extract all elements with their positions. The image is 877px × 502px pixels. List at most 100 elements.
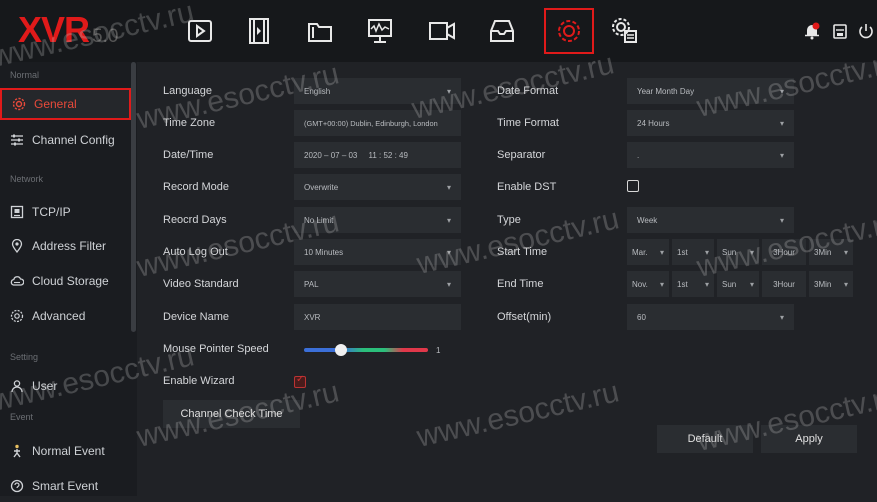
auto-logout-value: 10 Minutes — [304, 247, 344, 257]
sidebar-item-label: Normal Event — [32, 444, 105, 458]
mouse-speed-value: 1 — [436, 346, 441, 355]
record-mode-label: Record Mode — [163, 181, 230, 193]
enable-dst-checkbox[interactable] — [627, 180, 639, 192]
sliders-icon — [11, 134, 23, 146]
camera-icon[interactable] — [418, 10, 466, 52]
smart-event-icon — [10, 479, 24, 493]
sidebar-item-user[interactable]: User — [0, 370, 131, 402]
language-select[interactable]: English ▾ — [294, 78, 461, 104]
start-day-value: Sun — [722, 247, 737, 257]
chevron-down-icon: ▾ — [843, 279, 848, 289]
time-zone-select[interactable]: (GMT+00:00) Dublin, Edinburgh, London — [294, 110, 461, 136]
sidebar-item-tcpip[interactable]: TCP/IP — [0, 196, 131, 228]
start-min-select[interactable]: 3Min ▾ — [809, 239, 853, 265]
dst-type-select[interactable]: Week ▾ — [627, 207, 794, 233]
channel-check-time-button[interactable]: Channel Check Time — [163, 400, 300, 428]
app-version: 5.0 — [92, 26, 119, 47]
auto-logout-select[interactable]: 10 Minutes ▾ — [294, 239, 461, 265]
cloud-icon — [10, 276, 24, 286]
video-standard-label: Video Standard — [163, 278, 239, 290]
sidebar-item-label: Smart Event — [32, 479, 99, 493]
start-month-value: Mar. — [632, 247, 648, 257]
sidebar-item-normal-event[interactable]: Normal Event — [0, 435, 131, 467]
end-day-select[interactable]: Sun ▾ — [717, 271, 759, 297]
sidebar-item-label: User — [32, 379, 58, 393]
start-hour-value: 3Hour — [773, 247, 795, 257]
end-week-value: 1st — [677, 279, 688, 289]
storage-icon[interactable] — [478, 10, 526, 52]
sidebar-scrollbar[interactable] — [131, 62, 136, 332]
device-name-value: XVR — [304, 312, 321, 322]
end-month-value: Nov. — [632, 279, 648, 289]
start-month-select[interactable]: Mar. ▾ — [627, 239, 669, 265]
date-format-select[interactable]: Year Month Day ▾ — [627, 78, 794, 104]
maintenance-icon[interactable] — [601, 10, 649, 52]
end-month-select[interactable]: Nov. ▾ — [627, 271, 669, 297]
end-min-select[interactable]: 3Min ▾ — [809, 271, 853, 297]
separator-value: . — [637, 150, 640, 160]
app-logo: XVR — [18, 9, 90, 50]
chevron-down-icon: ▾ — [704, 247, 709, 257]
chevron-down-icon: ▾ — [659, 279, 664, 289]
time-format-label: Time Format — [497, 117, 559, 129]
apply-button[interactable]: Apply — [761, 425, 857, 453]
sidebar: Normal General Channel Config Network TC… — [0, 62, 137, 496]
video-clip-icon[interactable] — [235, 10, 283, 52]
default-button[interactable]: Default — [657, 425, 753, 453]
separator-select[interactable]: . ▾ — [627, 142, 794, 168]
slider-thumb[interactable] — [335, 344, 348, 356]
video-standard-value: PAL — [304, 279, 319, 289]
record-mode-select[interactable]: Overwrite ▾ — [294, 174, 461, 200]
chevron-down-icon: ▾ — [704, 279, 709, 289]
video-standard-select[interactable]: PAL ▾ — [294, 271, 461, 297]
chevron-down-icon: ▾ — [659, 247, 664, 257]
end-hour-select[interactable]: 3Hour — [762, 271, 806, 297]
section-event: Event — [10, 412, 34, 422]
sidebar-item-general[interactable]: General — [0, 88, 131, 120]
end-hour-value: 3Hour — [773, 279, 795, 289]
sidebar-item-channel-config[interactable]: Channel Config — [0, 124, 131, 156]
time-format-select[interactable]: 24 Hours ▾ — [627, 110, 794, 136]
sidebar-item-cloud-storage[interactable]: Cloud Storage — [0, 265, 131, 297]
time-zone-value: (GMT+00:00) Dublin, Edinburgh, London — [304, 118, 438, 128]
section-network: Network — [10, 174, 44, 184]
sidebar-item-label: Advanced — [32, 309, 86, 323]
chevron-down-icon: ▾ — [446, 247, 451, 257]
sidebar-item-smart-event[interactable]: Smart Event — [0, 470, 131, 502]
settings-icon[interactable] — [544, 8, 594, 54]
record-days-select[interactable]: No Limit ▾ — [294, 207, 461, 233]
playback-icon[interactable] — [176, 10, 224, 52]
enable-wizard-checkbox[interactable]: ✓ — [294, 374, 306, 388]
start-week-select[interactable]: 1st ▾ — [672, 239, 714, 265]
start-day-select[interactable]: Sun ▾ — [717, 239, 759, 265]
record-days-value: No Limit — [304, 215, 334, 225]
section-normal: Normal — [10, 70, 40, 80]
top-bar: XVR 5.0 — [0, 0, 877, 62]
start-min-value: 3Min — [814, 247, 832, 257]
mouse-speed-label: Mouse Pointer Speed — [163, 343, 269, 355]
folder-icon[interactable] — [296, 10, 344, 52]
gear-icon — [12, 97, 26, 111]
sidebar-item-label: General — [34, 97, 77, 111]
chevron-down-icon: ▾ — [779, 312, 784, 322]
monitor-chart-icon[interactable] — [356, 10, 404, 52]
start-hour-select[interactable]: 3Hour — [762, 239, 806, 265]
time-zone-label: Time Zone — [163, 117, 216, 129]
sidebar-item-advanced[interactable]: Advanced — [0, 300, 131, 332]
power-icon[interactable] — [857, 22, 875, 40]
alarm-bell-icon[interactable] — [803, 22, 821, 40]
chevron-down-icon: ▾ — [446, 215, 451, 225]
offset-value: 60 — [637, 312, 646, 322]
device-name-input[interactable]: XVR — [294, 304, 461, 330]
offset-select[interactable]: 60 ▾ — [627, 304, 794, 330]
end-min-value: 3Min — [814, 279, 832, 289]
mouse-speed-slider[interactable] — [304, 344, 428, 356]
device-name-label: Device Name — [163, 311, 230, 323]
backup-icon[interactable] — [831, 22, 849, 40]
end-week-select[interactable]: 1st ▾ — [672, 271, 714, 297]
date-time-input[interactable]: 2020 – 07 – 03 11 : 52 : 49 — [294, 142, 461, 168]
date-time-label: Date/Time — [163, 149, 214, 161]
sidebar-item-address-filter[interactable]: Address Filter — [0, 230, 131, 262]
language-value: English — [304, 86, 331, 96]
time-format-value: 24 Hours — [637, 118, 670, 128]
